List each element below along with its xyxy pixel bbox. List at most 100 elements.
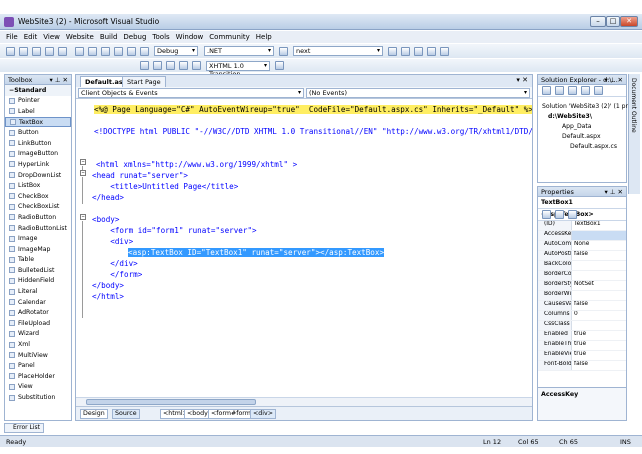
menu-help[interactable]: Help xyxy=(256,33,272,41)
toolbox-item-linkbutton[interactable]: LinkButton xyxy=(5,138,71,149)
toolbox-item-listbox[interactable]: ListBox xyxy=(5,180,71,191)
toolbox-item-pointer[interactable]: Pointer xyxy=(5,96,71,107)
scroll-thumb[interactable] xyxy=(86,399,256,405)
toolbox-item-image[interactable]: Image xyxy=(5,233,71,244)
toolbox-item-literal[interactable]: Literal xyxy=(5,286,71,297)
property-value[interactable]: true xyxy=(572,331,586,340)
open-file-icon[interactable] xyxy=(32,46,41,56)
toolbox-item-imagebutton[interactable]: ImageButton xyxy=(5,149,71,160)
toolbox-item-substitution[interactable]: Substitution xyxy=(5,392,71,403)
error-list-tab[interactable]: Error List xyxy=(4,423,44,433)
tree-solution[interactable]: Solution 'WebSite3 (2)' (1 proj xyxy=(542,103,633,110)
cut-icon[interactable] xyxy=(75,46,84,56)
toolbox-item-table[interactable]: Table xyxy=(5,255,71,266)
maximize-button[interactable]: □ xyxy=(606,16,620,27)
property-row[interactable]: EnableViewSttrue xyxy=(538,351,626,361)
client-objects-select[interactable]: Client Objects & Events xyxy=(78,88,304,98)
property-value[interactable]: NotSet xyxy=(572,281,594,290)
new-project-icon[interactable] xyxy=(6,46,15,56)
close-button[interactable]: ✕ xyxy=(620,16,638,27)
toolbox-item-standard[interactable]: − Standard xyxy=(5,85,71,96)
toolbox-item-checkbox[interactable]: CheckBox xyxy=(5,191,71,202)
property-row[interactable]: AutoPostBacfalse xyxy=(538,251,626,261)
property-row[interactable]: BackColor xyxy=(538,261,626,271)
property-row[interactable]: BorderColor xyxy=(538,271,626,281)
property-row[interactable]: AutoCompletNone xyxy=(538,241,626,251)
find-icon[interactable] xyxy=(279,46,288,56)
property-value[interactable] xyxy=(572,271,574,280)
toolbox-item-calendar[interactable]: Calendar xyxy=(5,297,71,308)
properties-icon[interactable] xyxy=(401,46,410,56)
design-view-button[interactable]: Design xyxy=(80,409,108,419)
property-value[interactable] xyxy=(572,291,574,300)
property-pages-icon[interactable] xyxy=(568,210,577,219)
panel-pin-close-icons[interactable]: ▾ ⊥ ✕ xyxy=(49,75,68,85)
property-value[interactable]: false xyxy=(572,301,588,310)
save-icon[interactable] xyxy=(45,46,54,56)
property-row[interactable]: AccessKey xyxy=(538,231,626,241)
events-select[interactable]: (No Events) xyxy=(306,88,530,98)
toolbox-item-imagemap[interactable]: ImageMap xyxy=(5,244,71,255)
paste-icon[interactable] xyxy=(101,46,110,56)
validation-target-select[interactable]: XHTML 1.0 Transition. xyxy=(206,60,270,78)
toolbox-item-fileupload[interactable]: FileUpload xyxy=(5,318,71,329)
tree-default-aspx-cs[interactable]: Default.aspx.cs xyxy=(570,143,617,150)
property-value[interactable] xyxy=(572,321,574,330)
property-row[interactable]: (ID) TextBox1 xyxy=(538,221,626,231)
refresh-icon[interactable] xyxy=(555,86,564,95)
tree-default-aspx[interactable]: Default.aspx xyxy=(562,133,601,140)
property-row[interactable]: BorderStyleNotSet xyxy=(538,281,626,291)
tab-start-page[interactable]: Start Page xyxy=(122,76,166,87)
property-row[interactable]: CausesValidafalse xyxy=(538,301,626,311)
property-value[interactable]: TextBox1 xyxy=(572,221,601,230)
menu-file[interactable]: File xyxy=(6,33,18,41)
outdent-icon[interactable] xyxy=(153,61,162,70)
crumb-div[interactable]: <div> xyxy=(250,409,277,419)
document-outline-tab[interactable]: Document Outline xyxy=(628,74,640,194)
toolbox-item-bulletedlist[interactable]: BulletedList xyxy=(5,265,71,276)
object-browser-icon[interactable] xyxy=(414,46,423,56)
property-value[interactable]: true xyxy=(572,351,586,360)
solution-explorer-icon[interactable] xyxy=(388,46,397,56)
properties-object-select[interactable]: TextBox1 <asp:TextBox> xyxy=(538,197,626,218)
toolbox-item-panel[interactable]: Panel xyxy=(5,360,71,371)
panel-pin-close-icons[interactable]: ▾ ⊥ ✕ xyxy=(604,187,623,197)
nest-files-icon[interactable] xyxy=(568,86,577,95)
property-value[interactable]: false xyxy=(572,251,588,260)
code-area[interactable]: − − − <%@ Page Language="C#" AutoEventWi… xyxy=(76,100,532,397)
source-view-button[interactable]: Source xyxy=(112,409,140,419)
configuration-select[interactable]: Debug xyxy=(154,46,198,56)
categorized-icon[interactable] xyxy=(542,210,551,219)
toolbox-item-label[interactable]: Label xyxy=(5,106,71,117)
collapse-head-icon[interactable]: − xyxy=(80,170,86,176)
menu-window[interactable]: Window xyxy=(176,33,204,41)
property-row[interactable]: Font-Bold false xyxy=(538,361,626,371)
property-row[interactable]: CssClass xyxy=(538,321,626,331)
view-designer-icon[interactable] xyxy=(594,86,603,95)
undo-icon[interactable] xyxy=(114,46,123,56)
add-item-icon[interactable] xyxy=(19,46,28,56)
tree-app-data[interactable]: App_Data xyxy=(562,123,592,130)
property-value[interactable]: 0 xyxy=(572,311,578,320)
view-code-icon[interactable] xyxy=(581,86,590,95)
toolbox-item-wizard[interactable]: Wizard xyxy=(5,329,71,340)
property-row[interactable]: Columns 0 xyxy=(538,311,626,321)
menu-community[interactable]: Community xyxy=(209,33,250,41)
property-value[interactable] xyxy=(572,231,574,240)
property-row[interactable]: EnableThemitrue xyxy=(538,341,626,351)
horizontal-scrollbar[interactable] xyxy=(76,397,532,406)
toolbox-item-dropdownlist[interactable]: DropDownList xyxy=(5,170,71,181)
menu-website[interactable]: Website xyxy=(66,33,94,41)
platform-select[interactable]: .NET xyxy=(204,46,274,56)
menu-debug[interactable]: Debug xyxy=(123,33,146,41)
panel-pin-close-icons[interactable]: ▾ ⊥ ✕ xyxy=(604,75,623,85)
tree-website[interactable]: d:\WebSite3\ xyxy=(548,113,592,120)
toolbox-item-hyperlink[interactable]: HyperLink xyxy=(5,159,71,170)
toolbox-item-textbox[interactable]: TextBox xyxy=(5,116,71,128)
toolbox-item-radiobuttonlist[interactable]: RadioButtonList xyxy=(5,223,71,234)
menu-build[interactable]: Build xyxy=(100,33,118,41)
copy-icon[interactable] xyxy=(88,46,97,56)
toolbox-item-radiobutton[interactable]: RadioButton xyxy=(5,212,71,223)
property-row[interactable]: Enabled true xyxy=(538,331,626,341)
indent-icon[interactable] xyxy=(140,61,149,70)
